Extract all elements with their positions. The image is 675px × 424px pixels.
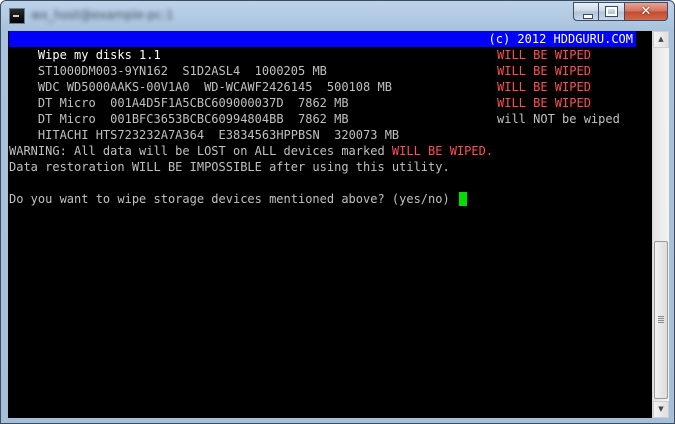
minimize-button[interactable] <box>573 2 599 21</box>
minimize-icon <box>583 14 593 19</box>
wipe-status: WILL BE WIPED <box>497 48 591 62</box>
scroll-up-button[interactable]: ▲ <box>653 31 669 48</box>
device-row: ST1000DM003-9YN162 S1D2ASL4 1000205 MB W… <box>9 47 651 78</box>
wipe-status: will NOT be wiped <box>497 112 620 126</box>
text-cursor <box>458 192 467 206</box>
maximize-icon <box>605 6 618 17</box>
warning-prefix: WARNING: All data will be LOST on ALL de… <box>9 144 392 158</box>
title-bar[interactable]: wx_host@example-pc:1 ✕ <box>1 1 674 31</box>
close-icon: ✕ <box>640 4 652 19</box>
device-row: HITACHI HTS723232A7A364 E3834563HPPBSN 3… <box>9 111 651 142</box>
vertical-scrollbar[interactable]: ▲ ▼ <box>652 31 669 418</box>
window-title: wx_host@example-pc:1 <box>31 8 174 22</box>
maximize-button[interactable] <box>599 2 625 21</box>
grip-icon <box>658 316 664 323</box>
copyright: (c) 2012 HDDGURU.COM <box>488 32 634 46</box>
wipe-status: WILL BE WIPED <box>497 80 591 94</box>
console-icon[interactable] <box>9 8 25 24</box>
caption-buttons: ✕ <box>573 2 668 21</box>
close-button[interactable]: ✕ <box>625 2 668 21</box>
scroll-thumb[interactable] <box>654 241 668 399</box>
prompt-text: Do you want to wipe storage devices ment… <box>9 192 457 206</box>
warning-highlight: WILL BE WIPED <box>391 144 486 158</box>
device-row: WDC WD5000AAKS-00V1A0 WD-WCAWF2426145 50… <box>9 63 651 94</box>
scroll-down-button[interactable]: ▼ <box>653 401 669 418</box>
arrow-up-icon: ▲ <box>658 35 664 43</box>
prompt-line[interactable]: Do you want to wipe storage devices ment… <box>9 191 651 207</box>
warning-suffix: . <box>485 144 494 158</box>
arrow-down-icon: ▼ <box>658 405 664 413</box>
wipe-status: WILL BE WIPED <box>497 96 591 110</box>
wipe-status: WILL BE WIPED <box>497 64 591 78</box>
console-output: Wipe my disks 1.1 (c) 2012 HDDGURU.COM S… <box>9 31 651 207</box>
warning-line: WARNING: All data will be LOST on ALL de… <box>9 143 651 159</box>
restoration-warning: Data restoration WILL BE IMPOSSIBLE afte… <box>9 160 450 174</box>
header-bar: Wipe my disks 1.1 (c) 2012 HDDGURU.COM <box>9 31 636 62</box>
device-row: DT Micro 001BFC3653BCBC60994804BB 7862 M… <box>9 95 651 126</box>
device-row: DT Micro 001A4D5F1A5CBC609000037D 7862 M… <box>9 79 651 110</box>
